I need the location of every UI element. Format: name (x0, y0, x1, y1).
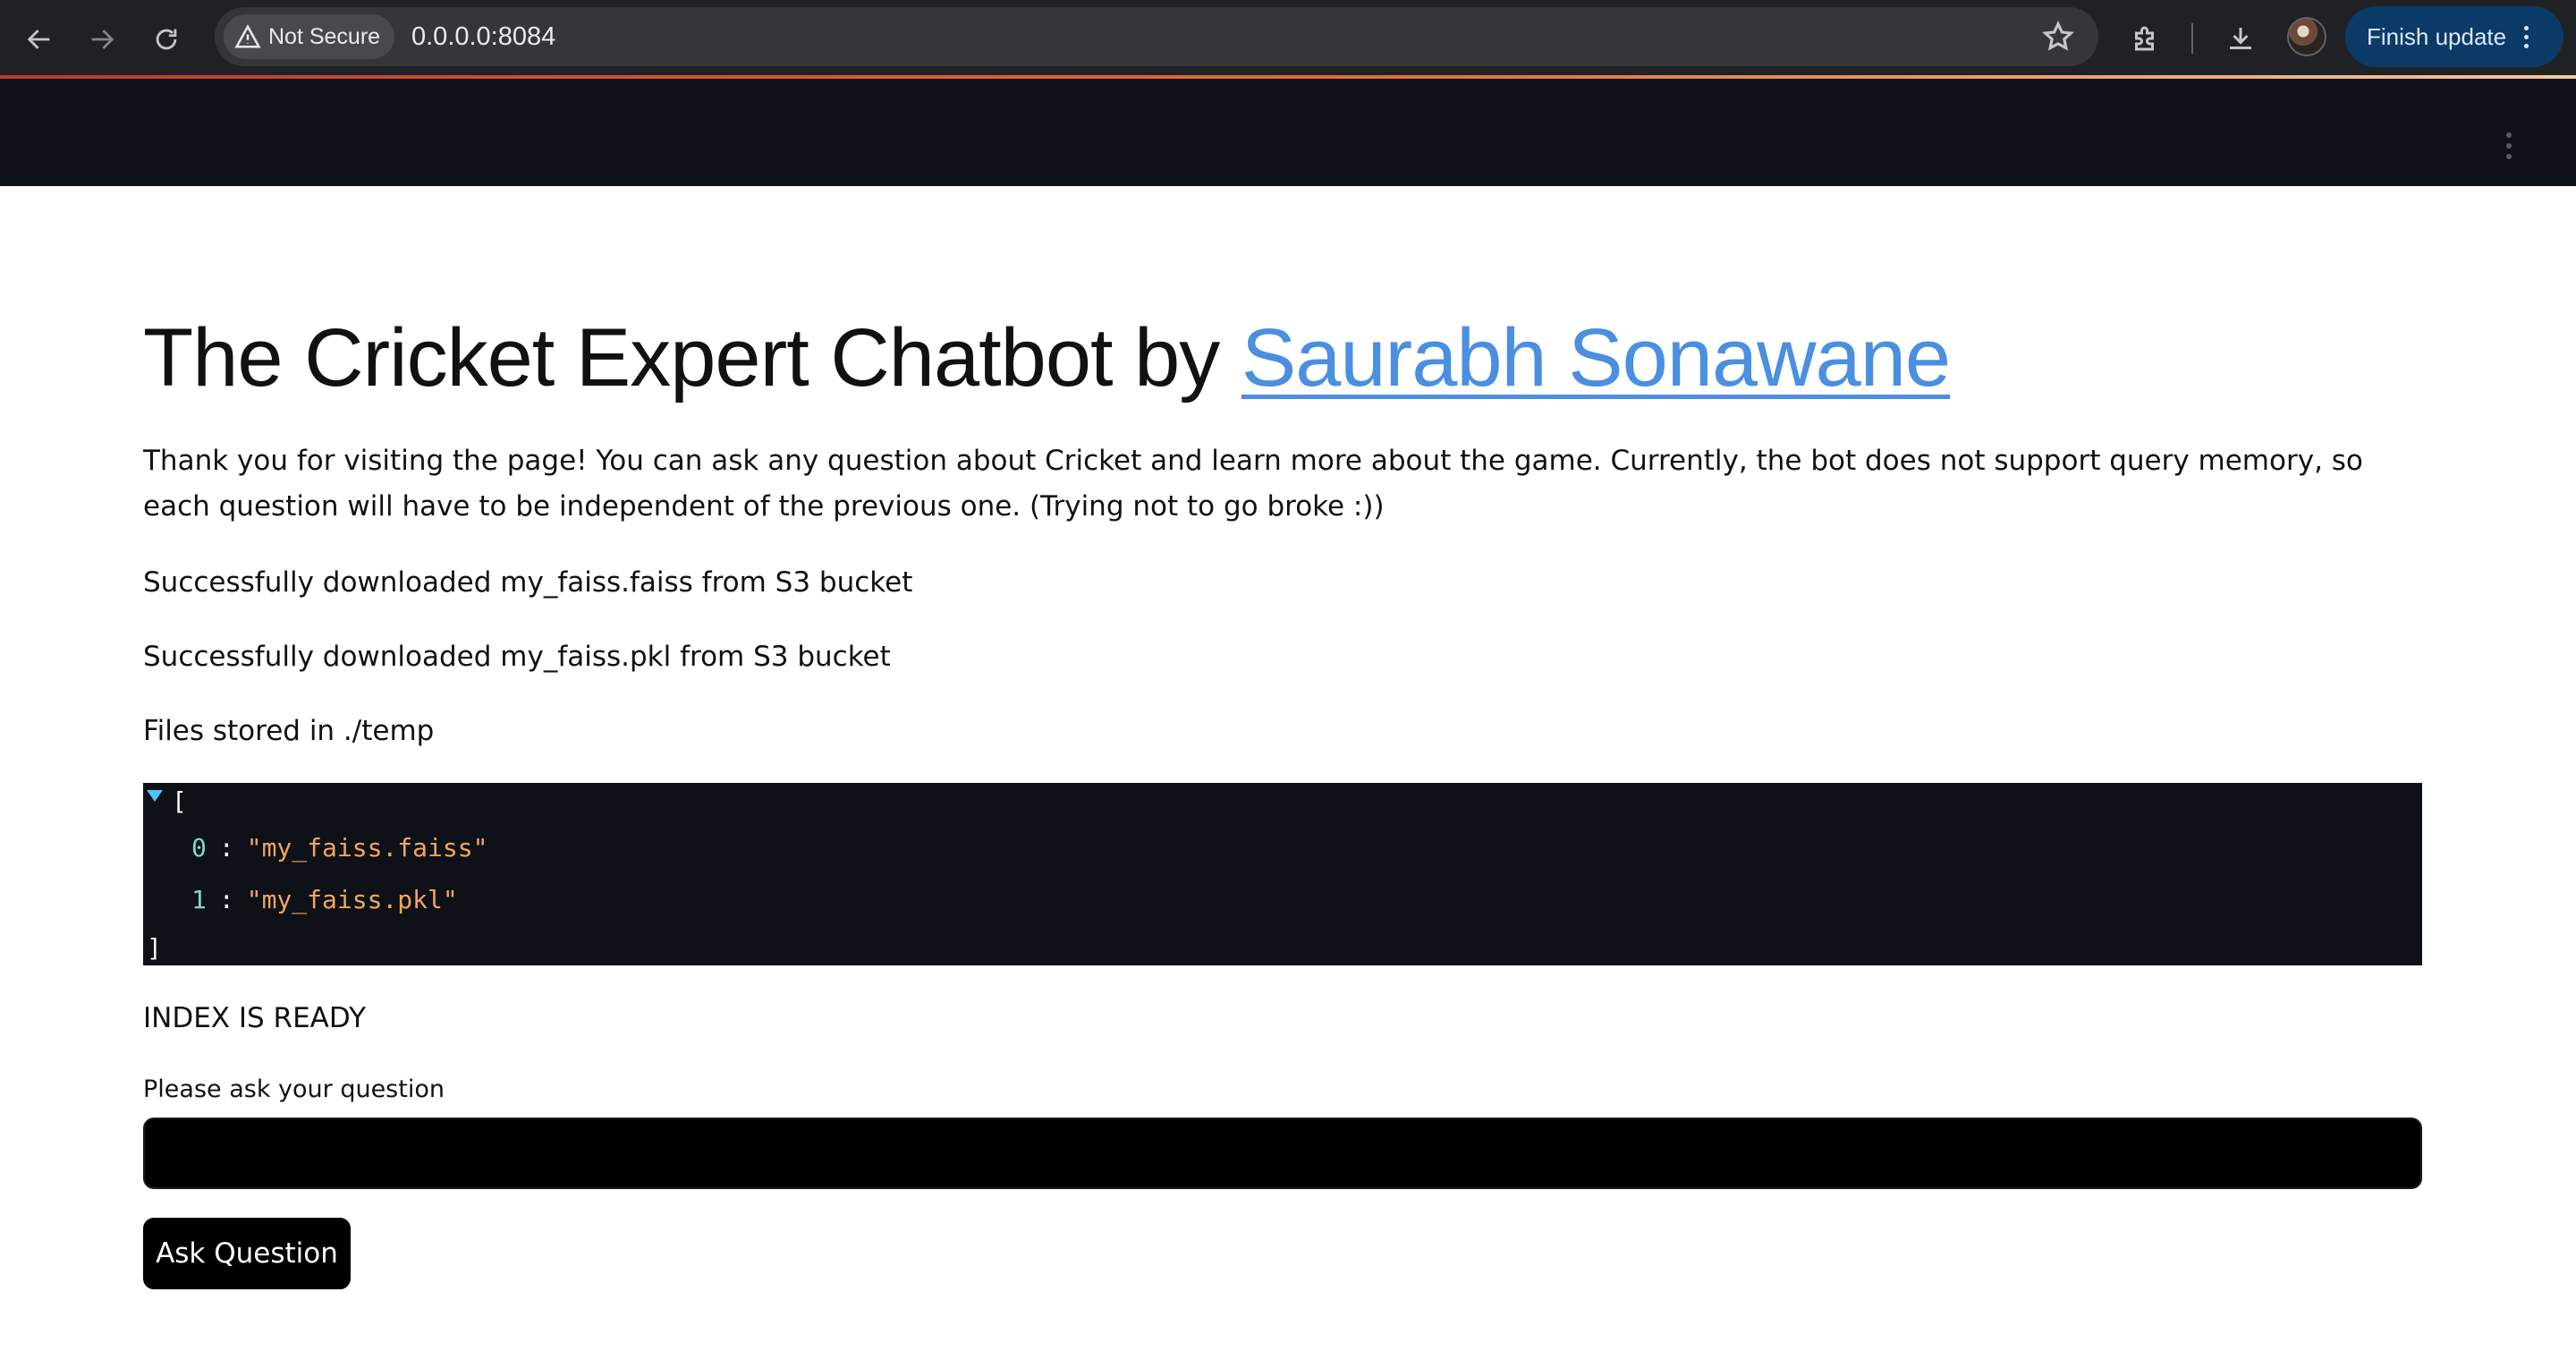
ask-question-button[interactable]: Ask Question (143, 1218, 351, 1289)
reload-icon (156, 29, 177, 50)
json-colon: : (218, 833, 234, 863)
json-open-bracket: [ (172, 786, 187, 816)
json-close-bracket: ] (147, 933, 162, 963)
index-ready-text: INDEX IS READY (143, 1002, 366, 1034)
download-icon (2230, 28, 2251, 49)
browser-toolbar: Not Secure 0.0.0.0:8084 Finish update (0, 0, 2576, 79)
collapse-caret-icon[interactable] (147, 790, 163, 802)
kebab-menu-icon (2506, 132, 2512, 138)
app-menu-button[interactable] (2506, 132, 2512, 159)
arrow-right-icon (91, 30, 114, 49)
status-pkl: Successfully downloaded my_faiss.pkl fro… (143, 641, 891, 673)
downloads-button[interactable] (2220, 18, 2261, 59)
extensions-button[interactable] (2125, 18, 2166, 59)
star-icon (2042, 20, 2074, 51)
page-title: The Cricket Expert Chatbot by Saurabh So… (143, 311, 1951, 405)
arrow-left-icon (27, 30, 50, 49)
profile-avatar[interactable] (2287, 17, 2326, 56)
finish-update-button[interactable]: Finish update (2345, 6, 2563, 67)
security-label: Not Secure (268, 23, 381, 49)
reload-button[interactable] (143, 16, 190, 63)
back-button[interactable] (16, 16, 63, 63)
url-text[interactable]: 0.0.0.0:8084 (411, 7, 555, 66)
bookmark-button[interactable] (2041, 20, 2075, 54)
json-item: 1 : "my_faiss.pkl" (191, 885, 458, 914)
json-value: "my_faiss.faiss" (246, 833, 488, 863)
puzzle-icon (2135, 26, 2154, 51)
intro-text: Thank you for visiting the page! You can… (143, 445, 2363, 523)
json-item: 0 : "my_faiss.faiss" (191, 833, 487, 863)
app-header (0, 79, 2576, 186)
question-input[interactable] (143, 1118, 2422, 1189)
question-label: Please ask your question (143, 1075, 445, 1103)
status-files: Files stored in ./temp (143, 715, 435, 747)
json-index: 0 (191, 833, 207, 863)
warning-triangle-icon (234, 24, 261, 48)
json-index: 1 (191, 885, 207, 914)
forward-button[interactable] (79, 16, 125, 63)
title-prefix: The Cricket Expert Chatbot by (143, 312, 1241, 404)
finish-update-label: Finish update (2367, 22, 2507, 50)
json-colon: : (218, 885, 234, 914)
kebab-menu-icon (2524, 25, 2529, 48)
author-link[interactable]: Saurabh Sonawane (1241, 312, 1951, 404)
json-viewer: [ 0 : "my_faiss.faiss" 1 : "my_faiss.pkl… (143, 783, 2422, 965)
address-bar[interactable]: Not Secure 0.0.0.0:8084 (215, 7, 2098, 66)
status-faiss: Successfully downloaded my_faiss.faiss f… (143, 566, 913, 599)
json-value: "my_faiss.pkl" (246, 885, 458, 914)
toolbar-separator (2191, 23, 2193, 54)
security-indicator[interactable]: Not Secure (224, 14, 395, 59)
